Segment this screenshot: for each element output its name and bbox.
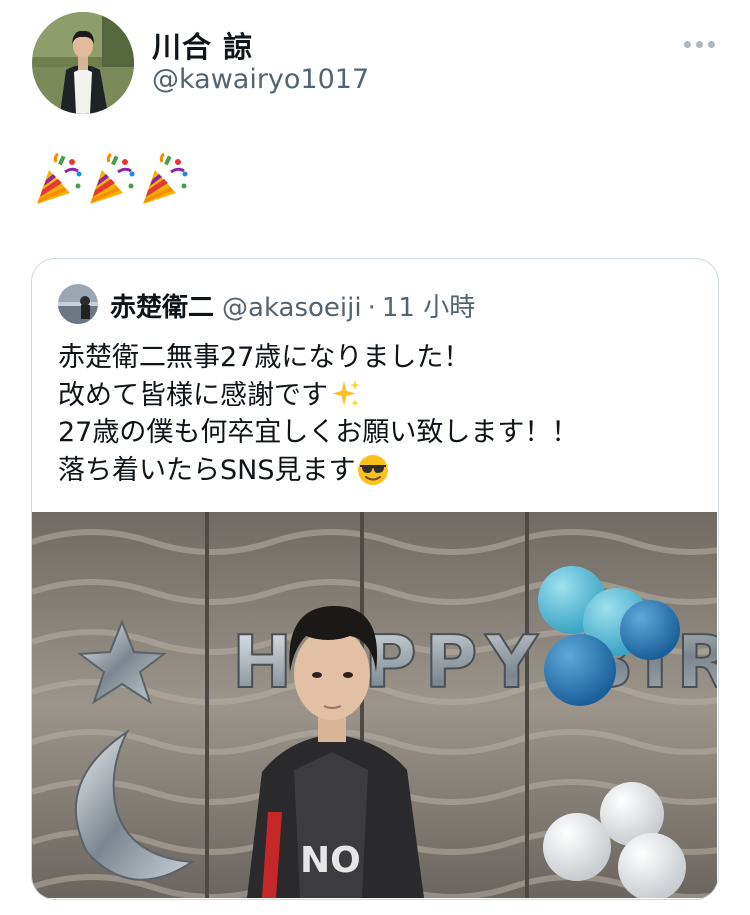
quoted-tweet-text: 赤楚衛二無事27歳になりました！ 改めて皆様に感謝です 27歳の僕も何卒宜しくお… xyxy=(58,339,698,489)
quoted-tweet-header: 赤楚衛二 @akasoeiji · 11 小時 xyxy=(110,287,475,324)
author-avatar[interactable] xyxy=(32,12,134,114)
party-popper-icon xyxy=(37,152,82,204)
quoted-text-line-1: 赤楚衛二無事27歳になりました！ xyxy=(58,342,471,373)
more-dot xyxy=(707,40,715,48)
tweet-text xyxy=(34,152,190,212)
author-display-name[interactable]: 川合 諒 xyxy=(152,24,253,66)
quoted-text-line-4: 落ち着いたらSNS見ます xyxy=(58,454,356,486)
quoted-text-line-3: 27歳の僕も何卒宜しくお願い致します！！ xyxy=(58,417,579,448)
quoted-text-line: 赤楚衛二無事27歳になりました！ xyxy=(58,339,698,377)
author-handle[interactable]: @kawairyo1017 xyxy=(152,64,369,95)
quoted-text-line: 落ち着いたらSNS見ます xyxy=(58,452,698,490)
quoted-text-line: 改めて皆様に感謝です xyxy=(58,377,698,415)
quoted-text-line-2: 改めて皆様に感謝です xyxy=(58,379,328,411)
party-popper-icon xyxy=(90,152,135,204)
quoted-tweet-time[interactable]: 11 小時 xyxy=(382,287,475,324)
party-popper-icon xyxy=(143,152,188,204)
more-dot xyxy=(683,40,691,48)
quoted-tweet-photo[interactable]: HAPPY BIRTHDAY NO xyxy=(32,512,717,898)
quoted-tweet-card[interactable]: 赤楚衛二 @akasoeiji · 11 小時 赤楚衛二無事27歳になりました！… xyxy=(31,258,719,900)
more-dot xyxy=(695,40,703,48)
header-separator: · xyxy=(367,293,376,323)
quoted-author-handle[interactable]: @akasoeiji xyxy=(222,293,362,323)
sunglasses-face-icon xyxy=(358,455,389,486)
quoted-author-name[interactable]: 赤楚衛二 xyxy=(110,287,214,324)
sparkles-icon xyxy=(332,380,360,408)
quoted-text-line: 27歳の僕も何卒宜しくお願い致します！！ xyxy=(58,414,698,452)
quoted-author-avatar[interactable] xyxy=(58,284,98,324)
more-options-button[interactable] xyxy=(676,22,722,66)
shirt-print: NO xyxy=(300,840,361,881)
